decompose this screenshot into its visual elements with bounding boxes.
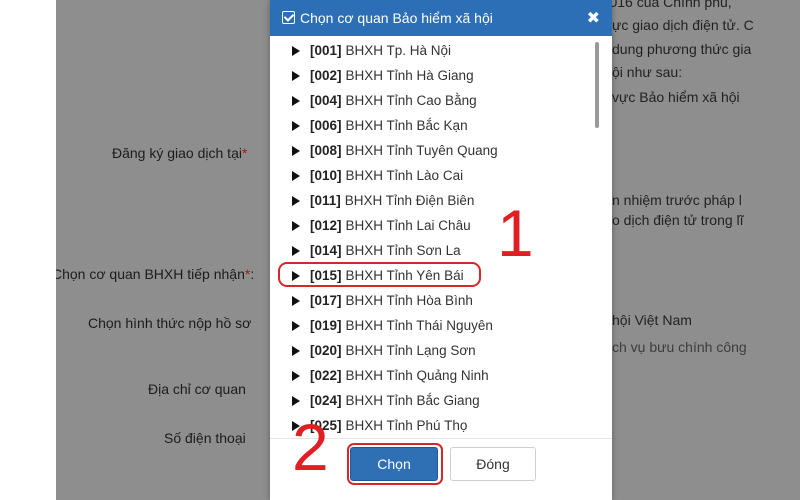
agency-address-label: Địa chỉ cơ quan (148, 381, 246, 397)
agency-name: BHXH Tỉnh Bắc Kạn (345, 117, 468, 133)
agency-name: BHXH Tỉnh Phú Thọ (345, 417, 468, 433)
agency-code: [002] (310, 67, 342, 83)
triangle-right-icon (292, 120, 300, 131)
agency-name: BHXH Tỉnh Yên Bái (345, 267, 464, 283)
close-icon[interactable]: ✖ (587, 8, 600, 28)
agency-item[interactable]: [019] BHXH Tỉnh Thái Nguyên (292, 315, 493, 335)
agency-name: BHXH Tỉnh Hòa Bình (345, 292, 473, 308)
agency-item[interactable]: [017] BHXH Tỉnh Hòa Bình (292, 290, 473, 310)
agency-code: [011] (310, 192, 341, 208)
triangle-right-icon (292, 320, 300, 331)
receiving-agency-label: Chọn cơ quan BHXH tiếp nhận*: (56, 266, 255, 282)
modal-header: Chọn cơ quan Bảo hiểm xã hội ✖ (270, 0, 612, 36)
agency-code: [004] (310, 92, 342, 108)
agency-code: [008] (310, 142, 342, 158)
triangle-right-icon (292, 145, 300, 156)
agency-item[interactable]: [008] BHXH Tỉnh Tuyên Quang (292, 140, 498, 160)
bg-fragment-9: ch vụ bưu chính công (612, 339, 747, 355)
check-square-icon (282, 11, 295, 24)
agency-code: [020] (310, 342, 342, 358)
agency-item[interactable]: [004] BHXH Tỉnh Cao Bằng (292, 90, 477, 110)
agency-code: [024] (310, 392, 342, 408)
agency-item[interactable]: [022] BHXH Tỉnh Quảng Ninh (292, 365, 489, 385)
agency-name: BHXH Tỉnh Tuyên Quang (345, 142, 498, 158)
agency-item[interactable]: [020] BHXH Tỉnh Lạng Sơn (292, 340, 476, 360)
agency-name: BHXH Tỉnh Lai Châu (345, 217, 471, 233)
agency-code: [017] (310, 292, 342, 308)
triangle-right-icon (292, 395, 300, 406)
choose-button[interactable]: Chọn (350, 447, 438, 481)
agency-item[interactable]: [012] BHXH Tỉnh Lai Châu (292, 215, 471, 235)
agency-item[interactable]: [002] BHXH Tỉnh Hà Giang (292, 65, 474, 85)
agency-item[interactable]: [014] BHXH Tỉnh Sơn La (292, 240, 461, 260)
triangle-right-icon (292, 370, 300, 381)
agency-item[interactable]: [010] BHXH Tỉnh Lào Cai (292, 165, 463, 185)
triangle-right-icon (292, 45, 300, 56)
bg-fragment-5: vực Bảo hiểm xã hội (612, 89, 740, 105)
bg-fragment-7: o dịch điện tử trong lĩ (612, 212, 744, 228)
bg-fragment-3: dung phương thức gia (612, 41, 752, 57)
scrollbar[interactable] (594, 42, 600, 434)
triangle-right-icon (292, 220, 300, 231)
agency-name: BHXH Tỉnh Quảng Ninh (345, 367, 489, 383)
bg-fragment-6: n nhiệm trước pháp l (612, 192, 742, 208)
agency-name: BHXH Tỉnh Lào Cai (345, 167, 464, 183)
scrollbar-thumb[interactable] (595, 42, 599, 128)
bg-fragment-2: ực giao dịch điện tử. C (612, 17, 754, 33)
agency-item[interactable]: [001] BHXH Tp. Hà Nội (292, 40, 451, 60)
triangle-right-icon (292, 95, 300, 106)
agency-code: [015] (310, 267, 342, 283)
register-at-label: Đăng ký giao dịch tại* (112, 145, 248, 161)
agency-item[interactable]: [011] BHXH Tỉnh Điện Biên (292, 190, 474, 210)
agency-code: [019] (310, 317, 342, 333)
agency-name: BHXH Tỉnh Điện Biên (344, 192, 475, 208)
triangle-right-icon (292, 345, 300, 356)
agency-name: BHXH Tỉnh Sơn La (345, 242, 461, 258)
triangle-right-icon (292, 245, 300, 256)
agency-code: [022] (310, 367, 342, 383)
agency-code: [010] (310, 167, 342, 183)
modal-title: Chọn cơ quan Bảo hiểm xã hội (300, 10, 493, 26)
close-button[interactable]: Đóng (450, 447, 536, 481)
agency-name: BHXH Tp. Hà Nội (345, 42, 452, 58)
triangle-right-icon (292, 195, 300, 206)
step-1-annotation: 1 (497, 196, 534, 270)
agency-item[interactable]: [006] BHXH Tỉnh Bắc Kạn (292, 115, 468, 135)
agency-item[interactable]: [015] BHXH Tỉnh Yên Bái (292, 265, 464, 285)
phone-number-label: Số điện thoại (164, 430, 246, 446)
agency-name: BHXH Tỉnh Bắc Giang (345, 392, 480, 408)
bg-fragment-8: hội Việt Nam (612, 312, 692, 328)
agency-list[interactable]: [001] BHXH Tp. Hà Nội [002] BHXH Tỉnh Hà Gi… (280, 36, 602, 438)
agency-name: BHXH Tỉnh Hà Giang (345, 67, 474, 83)
step-2-annotation: 2 (292, 410, 329, 484)
agency-code: [014] (310, 242, 342, 258)
triangle-right-icon (292, 295, 300, 306)
agency-code: [001] (310, 42, 342, 58)
triangle-right-icon (292, 170, 300, 181)
triangle-right-icon (292, 270, 300, 281)
submission-method-label: Chọn hình thức nộp hồ sơ (88, 315, 252, 331)
agency-item[interactable]: [024] BHXH Tỉnh Bắc Giang (292, 390, 480, 410)
agency-name: BHXH Tỉnh Cao Bằng (345, 92, 477, 108)
agency-name: BHXH Tỉnh Lạng Sơn (345, 342, 476, 358)
agency-name: BHXH Tỉnh Thái Nguyên (345, 317, 493, 333)
bg-fragment-4: ội như sau: (612, 64, 683, 80)
agency-code: [012] (310, 217, 342, 233)
agency-code: [006] (310, 117, 342, 133)
triangle-right-icon (292, 70, 300, 81)
